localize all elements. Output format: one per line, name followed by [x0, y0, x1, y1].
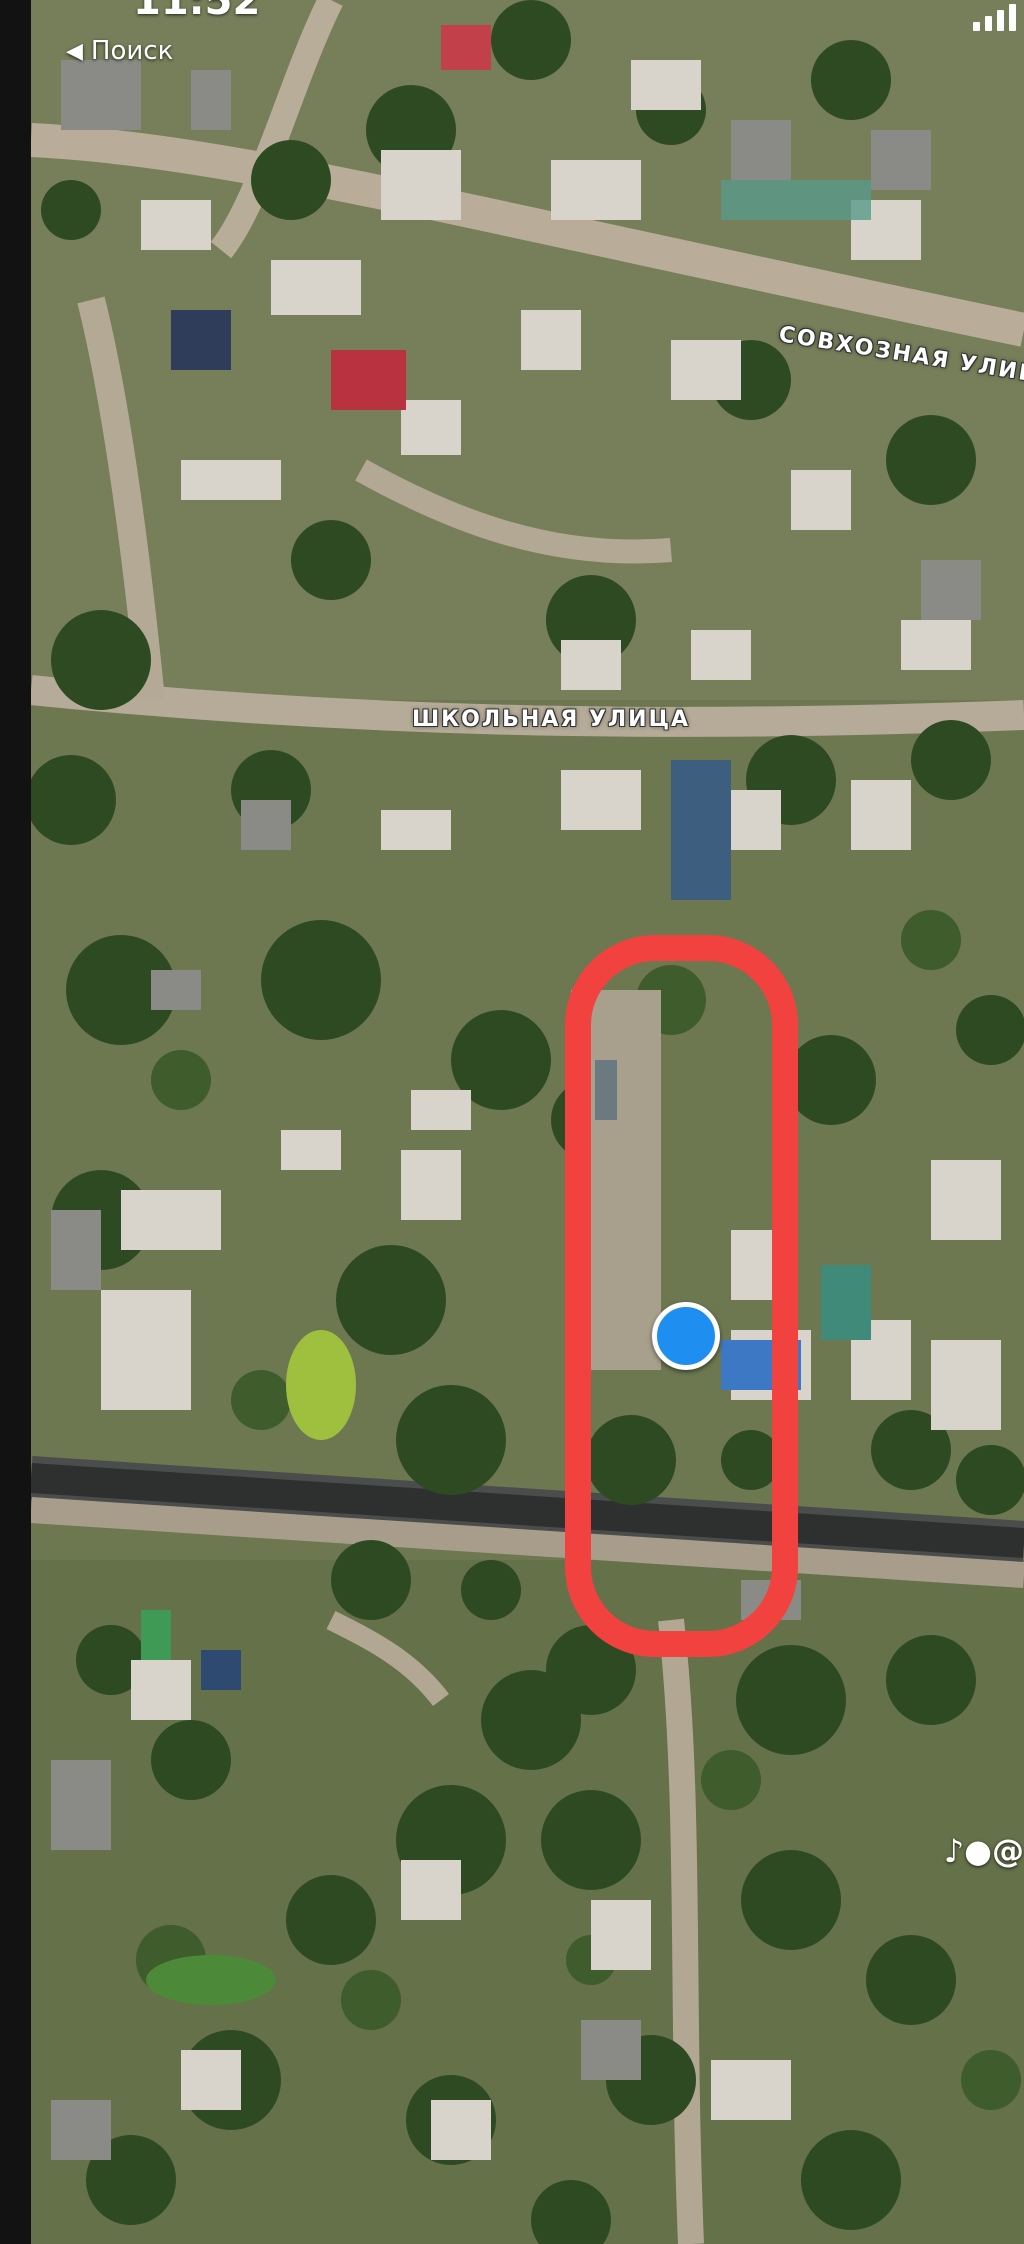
- back-button[interactable]: ◀ Поиск: [66, 36, 173, 66]
- person-icon: ●: [964, 1832, 992, 1870]
- satellite-map[interactable]: 11:52 СОВХОЗНАЯ УЛИЦ ШКОЛЬНАЯ УЛИЦА: [31, 0, 1024, 2244]
- screen: 11:52 СОВХОЗНАЯ УЛИЦ ШКОЛЬНАЯ УЛИЦА ◀ По…: [0, 0, 1024, 2244]
- highlight-outline: [565, 935, 798, 1657]
- signal-icon: [973, 4, 1016, 31]
- street-label-shkolnaya: ШКОЛЬНАЯ УЛИЦА: [412, 707, 691, 732]
- left-black-bar: [0, 0, 31, 2244]
- watermark-text: @: [992, 1832, 1024, 1870]
- status-time: 11:52: [133, 0, 261, 24]
- chevron-left-icon: ◀: [66, 38, 83, 64]
- location-pin-icon[interactable]: [652, 1302, 720, 1370]
- tiktok-watermark: ♪●@: [944, 1832, 1024, 1870]
- back-label: Поиск: [90, 36, 174, 66]
- tiktok-icon: ♪: [943, 1832, 965, 1870]
